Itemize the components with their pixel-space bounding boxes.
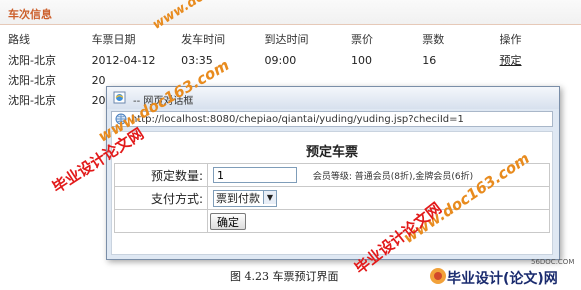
col-depart: 发车时间 bbox=[181, 33, 226, 46]
cell-count: 16 bbox=[422, 53, 437, 67]
payment-selected: 票到付款 bbox=[216, 191, 260, 205]
col-date: 车票日期 bbox=[91, 33, 136, 46]
member-discount-note: 会员等级: 普通会员(8折),金牌会员(6折) bbox=[312, 171, 474, 182]
dialog-titlebar[interactable]: -- 网页对话框 bbox=[107, 87, 559, 109]
panel-header: 车次信息 bbox=[0, 0, 581, 25]
cell-arrive: 09:00 bbox=[264, 53, 297, 67]
cell-depart: 03:35 bbox=[181, 53, 213, 67]
booking-dialog: -- 网页对话框 http://localhost:8080/chepiao/q… bbox=[106, 86, 560, 260]
confirm-button[interactable]: 确定 bbox=[210, 212, 246, 230]
col-route: 路线 bbox=[8, 33, 30, 46]
payment-cell: 票到付款 ▼ bbox=[207, 186, 550, 210]
ie-page-icon bbox=[113, 91, 126, 104]
payment-label: 支付方式: bbox=[114, 186, 208, 210]
quantity-input[interactable] bbox=[213, 167, 297, 183]
cell-action: 预定 bbox=[500, 50, 581, 70]
cell-route: 沈阳-北京 bbox=[8, 94, 56, 107]
globe-icon bbox=[115, 113, 127, 125]
cell-date: 2012-04-12 bbox=[91, 53, 156, 67]
logo-site: 56DOC.COM bbox=[531, 258, 575, 266]
chevron-down-icon[interactable]: ▼ bbox=[263, 190, 276, 204]
payment-select[interactable]: 票到付款 ▼ bbox=[213, 189, 277, 207]
cell-price: 100 bbox=[351, 53, 372, 67]
reserve-link[interactable]: 预定 bbox=[500, 54, 522, 67]
cell-route: 沈阳-北京 bbox=[8, 54, 56, 67]
quantity-row: 预定数量: 会员等级: 普通会员(8折),金牌会员(6折) bbox=[114, 163, 550, 187]
col-count: 票数 bbox=[422, 33, 445, 46]
quantity-label: 预定数量: bbox=[114, 163, 208, 187]
booking-form: 预定数量: 会员等级: 普通会员(8折),金牌会员(6折) 支付方式: 票到付款… bbox=[114, 163, 550, 233]
payment-row: 支付方式: 票到付款 ▼ bbox=[114, 186, 550, 210]
figure-caption: 图 4.23 车票预订界面 bbox=[230, 270, 339, 283]
table-header-row: 路线 车票日期 发车时间 到达时间 票价 票数 操作 bbox=[0, 28, 581, 50]
dialog-title: -- 网页对话框 bbox=[133, 96, 194, 107]
col-arrive: 到达时间 bbox=[264, 33, 309, 46]
table-row: 沈阳-北京 2012-04-12 03:35 09:00 100 16 预定 bbox=[0, 50, 581, 70]
panel-title: 车次信息 bbox=[8, 8, 52, 21]
col-action: 操作 bbox=[499, 33, 522, 46]
quantity-cell: 会员等级: 普通会员(8折),金牌会员(6折) bbox=[207, 163, 550, 187]
col-price: 票价 bbox=[351, 33, 373, 46]
submit-row: 确定 bbox=[114, 209, 550, 233]
cell-route: 沈阳-北京 bbox=[8, 74, 56, 87]
dialog-url: http://localhost:8080/chepiao/qiantai/yu… bbox=[131, 114, 464, 125]
form-heading: 预定车票 bbox=[305, 145, 358, 160]
dialog-body: 预定车票 预定数量: 会员等级: 普通会员(8折),金牌会员(6折) 支付方式:… bbox=[111, 131, 553, 255]
dialog-address-bar: http://localhost:8080/chepiao/qiantai/yu… bbox=[111, 111, 553, 127]
logo-text: 毕业设计(论文)网 bbox=[447, 271, 558, 287]
